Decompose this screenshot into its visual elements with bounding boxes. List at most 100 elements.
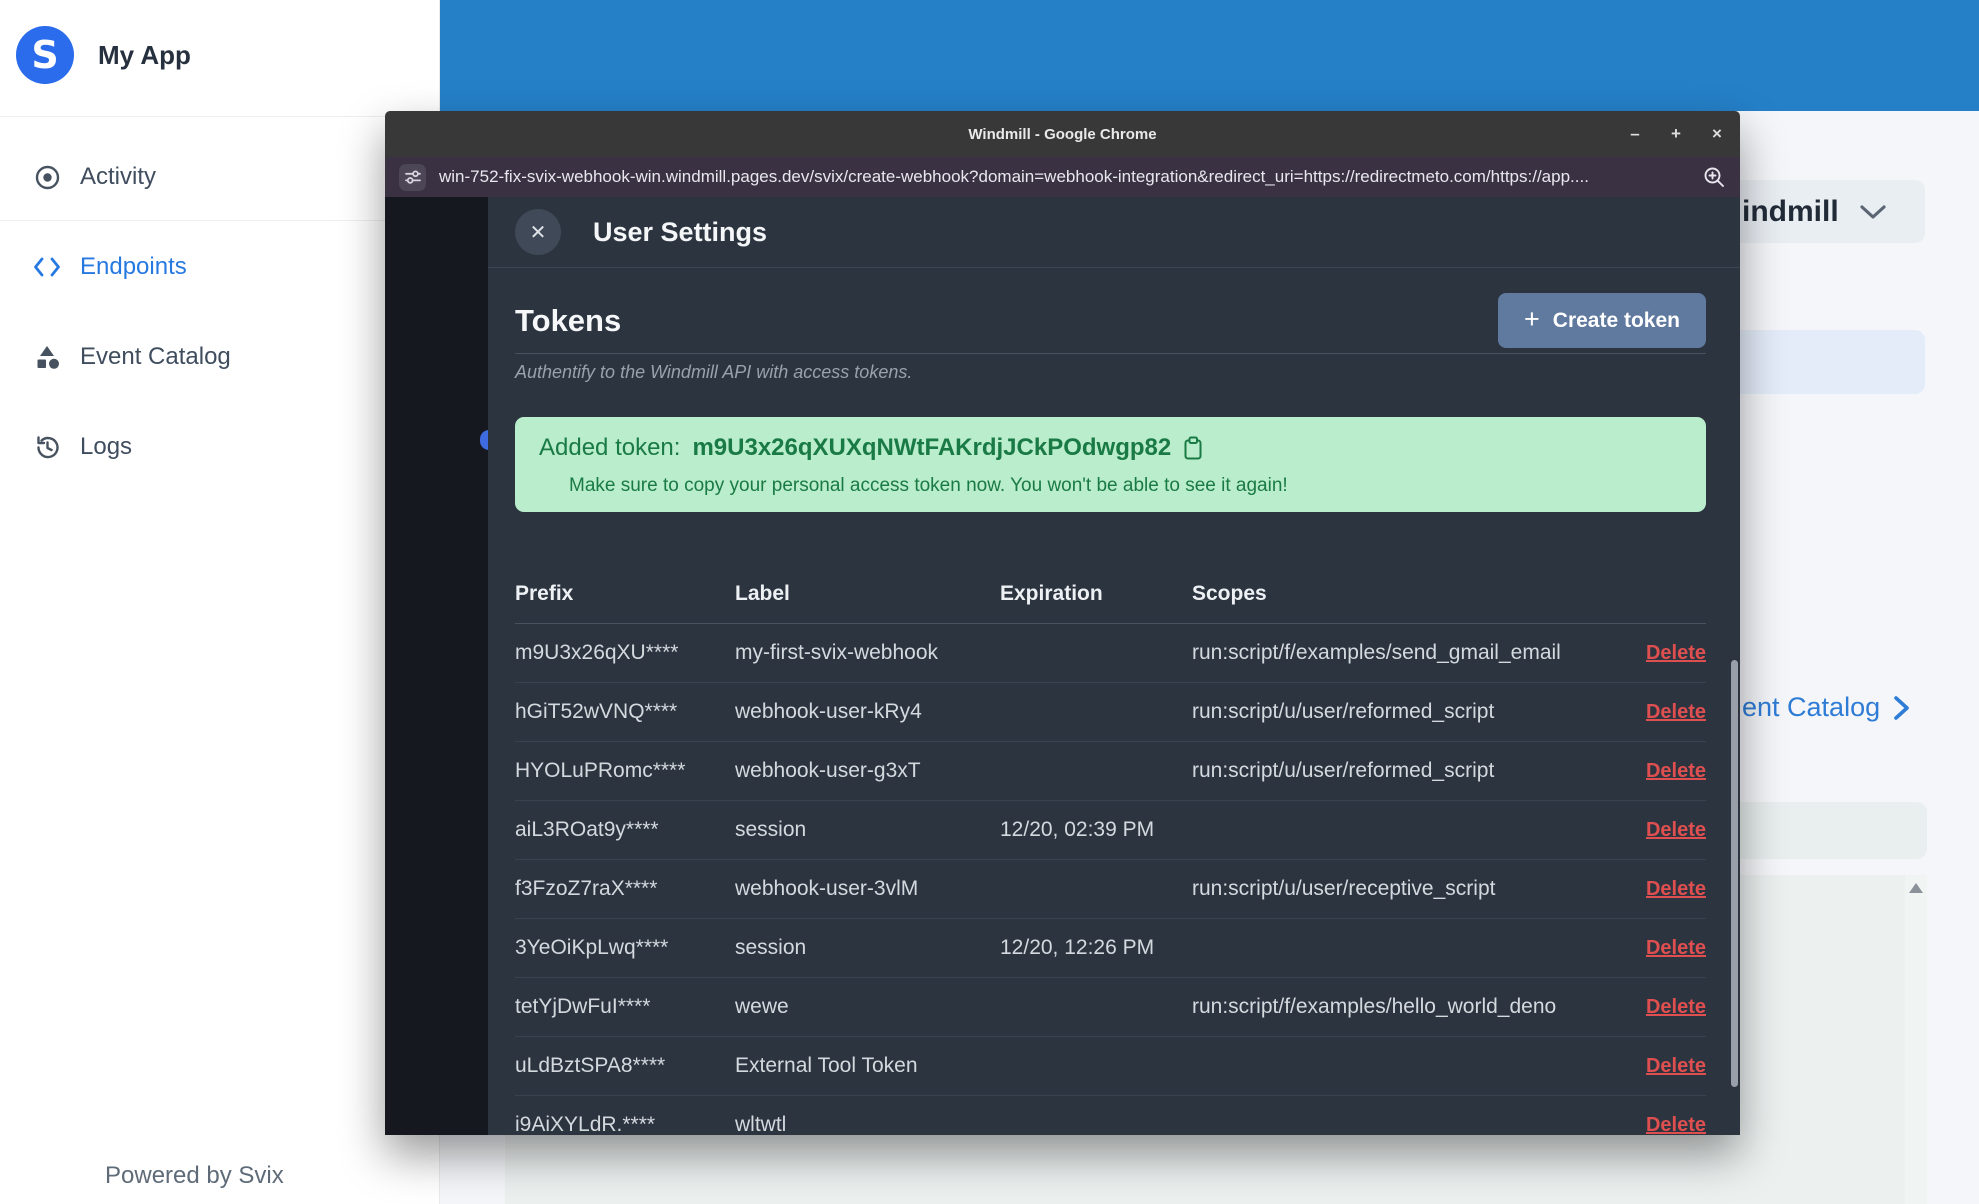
token-row: f3FzoZ7raX**** webhook-user-3vlM run:scrip… [515, 860, 1706, 919]
token-prefix: uLdBztSPA8**** [515, 1054, 666, 1077]
svix-logo-icon: S [16, 26, 74, 84]
sidebar: S My App Activity Endpoints Event Catalo… [0, 0, 440, 1204]
token-row: HYOLuPRomc**** webhook-user-g3xT run:scrip… [515, 742, 1706, 801]
browser-viewport: ✕ User Settings Tokens + Create token Au… [385, 197, 1740, 1135]
col-prefix: Prefix [515, 582, 574, 605]
token-value: m9U3x26qXUXqNWtFAKrdjJCkPOdwgp82 [692, 434, 1172, 461]
token-row: m9U3x26qXU**** my-first-svix-webhook run:s… [515, 624, 1706, 683]
close-icon: ✕ [529, 221, 547, 244]
drawer-body: Tokens + Create token Authentify to the … [488, 293, 1740, 1135]
token-prefix: m9U3x26qXU**** [515, 641, 679, 664]
site-settings-icon[interactable] [399, 163, 426, 191]
token-prefix: 3YeOiKpLwq**** [515, 936, 669, 959]
token-row: uLdBztSPA8**** External Tool Token Delete [515, 1037, 1706, 1096]
minimize-button[interactable]: – [1626, 124, 1644, 144]
token-row: aiL3ROat9y**** session 12/20, 02:39 PM Dele… [515, 801, 1706, 860]
zoom-search-icon[interactable] [1702, 165, 1726, 189]
drawer-scrollbar-thumb[interactable] [1731, 660, 1738, 1087]
delete-token-link[interactable]: Delete [1646, 937, 1706, 960]
col-label: Label [735, 582, 790, 605]
event-catalog-link[interactable]: ent Catalog [1742, 692, 1912, 723]
tokens-subtitle: Authentify to the Windmill API with acce… [515, 362, 913, 382]
disc-icon [33, 163, 61, 191]
delete-token-link[interactable]: Delete [1646, 1114, 1706, 1136]
history-icon [33, 433, 61, 461]
token-row: hGiT52wVNQ**** webhook-user-kRy4 run:scrip… [515, 683, 1706, 742]
drawer-header: ✕ User Settings [488, 197, 1740, 268]
sidebar-item-endpoints[interactable]: Endpoints [33, 247, 187, 287]
token-scopes: run:script/f/examples/send_gmail_email [1192, 641, 1561, 664]
token-label: wltwtl [735, 1113, 787, 1135]
tokens-heading: Tokens [515, 302, 622, 338]
code-brackets-icon [33, 253, 61, 281]
token-label: wewe [735, 995, 789, 1018]
sidebar-item-label: Event Catalog [80, 343, 231, 370]
close-window-button[interactable]: × [1708, 124, 1726, 144]
token-label: webhook-user-g3xT [735, 759, 921, 782]
delete-token-link[interactable]: Delete [1646, 819, 1706, 842]
event-catalog-link-label: ent Catalog [1742, 692, 1881, 722]
token-prefix: hGiT52wVNQ**** [515, 700, 678, 723]
tokens-table: Prefix Label Expiration Scopes m9U3x26qX… [515, 576, 1706, 1135]
sidebar-item-label: Logs [80, 433, 133, 460]
tokens-table-body: m9U3x26qXU**** my-first-svix-webhook run:s… [515, 624, 1706, 1135]
sidebar-item-label: Endpoints [80, 253, 187, 280]
token-label: webhook-user-kRy4 [735, 700, 922, 723]
tokens-table-header: Prefix Label Expiration Scopes [515, 576, 1706, 624]
maximize-button[interactable]: + [1667, 124, 1685, 144]
token-success-banner: Added token: m9U3x26qXUXqNWtFAKrdjJCkPOd… [515, 417, 1706, 512]
token-row: tetYjDwFuI**** wewe run:script/f/examples/… [515, 978, 1706, 1037]
delete-token-link[interactable]: Delete [1646, 701, 1706, 724]
banner-lead: Added token: [539, 434, 681, 461]
scroll-up-icon [1909, 883, 1923, 893]
workspace-name: indmill [1742, 194, 1839, 228]
token-prefix: aiL3ROat9y**** [515, 818, 659, 841]
copy-clipboard-icon[interactable] [1183, 436, 1204, 461]
delete-token-link[interactable]: Delete [1646, 760, 1706, 783]
token-label: my-first-svix-webhook [735, 641, 939, 664]
divider [0, 116, 440, 117]
token-row: 3YeOiKpLwq**** session 12/20, 12:26 PM Dele… [515, 919, 1706, 978]
sidebar-item-logs[interactable]: Logs [33, 427, 132, 467]
app-brand: My App [98, 40, 191, 70]
token-scopes: run:script/u/user/reformed_script [1192, 759, 1495, 782]
delete-token-link[interactable]: Delete [1646, 1055, 1706, 1078]
divider [515, 353, 1706, 354]
page-scrollbar[interactable] [1905, 875, 1927, 1204]
token-label: External Tool Token [735, 1054, 918, 1077]
sidebar-item-label: Activity [80, 163, 157, 190]
delete-token-link[interactable]: Delete [1646, 878, 1706, 901]
token-expiration: 12/20, 02:39 PM [1000, 818, 1155, 841]
token-label: session [735, 936, 807, 959]
chevron-right-icon [1894, 695, 1909, 720]
token-prefix: f3FzoZ7raX**** [515, 877, 658, 900]
token-label: session [735, 818, 807, 841]
token-prefix: tetYjDwFuI**** [515, 995, 651, 1018]
powered-by-svix: Powered by Svix [105, 1162, 284, 1189]
chrome-window: Windmill - Google Chrome – + × win-752-f… [385, 111, 1740, 1135]
token-row: i9AiXYLdR.**** wltwtl Delete [515, 1096, 1706, 1135]
create-token-label: Create token [1552, 308, 1680, 332]
token-scopes: run:script/f/examples/hello_world_deno [1192, 995, 1557, 1018]
sidebar-item-event-catalog[interactable]: Event Catalog [33, 337, 231, 377]
topbar: ? [440, 0, 1979, 111]
window-title: Windmill - Google Chrome [968, 125, 1157, 143]
col-expiration: Expiration [1000, 582, 1103, 605]
create-token-button[interactable]: + Create token [1498, 293, 1706, 348]
delete-token-link[interactable]: Delete [1646, 996, 1706, 1019]
shapes-icon [33, 343, 61, 371]
delete-token-link[interactable]: Delete [1646, 642, 1706, 665]
token-expiration: 12/20, 12:26 PM [1000, 936, 1155, 959]
plus-icon: + [1524, 304, 1540, 334]
sidebar-item-activity[interactable]: Activity [33, 157, 156, 197]
drawer-title: User Settings [593, 216, 768, 247]
token-scopes: run:script/u/user/receptive_script [1192, 877, 1496, 900]
url-bar: win-752-fix-svix-webhook-win.windmill.pa… [385, 157, 1740, 197]
address-input[interactable]: win-752-fix-svix-webhook-win.windmill.pa… [439, 167, 1689, 187]
close-drawer-button[interactable]: ✕ [515, 209, 561, 255]
token-scopes: run:script/u/user/reformed_script [1192, 700, 1495, 723]
banner-note: Make sure to copy your personal access t… [569, 475, 1288, 496]
token-prefix: i9AiXYLdR.**** [515, 1113, 656, 1135]
window-titlebar[interactable]: Windmill - Google Chrome – + × [385, 111, 1740, 157]
chevron-down-icon [1860, 204, 1886, 219]
